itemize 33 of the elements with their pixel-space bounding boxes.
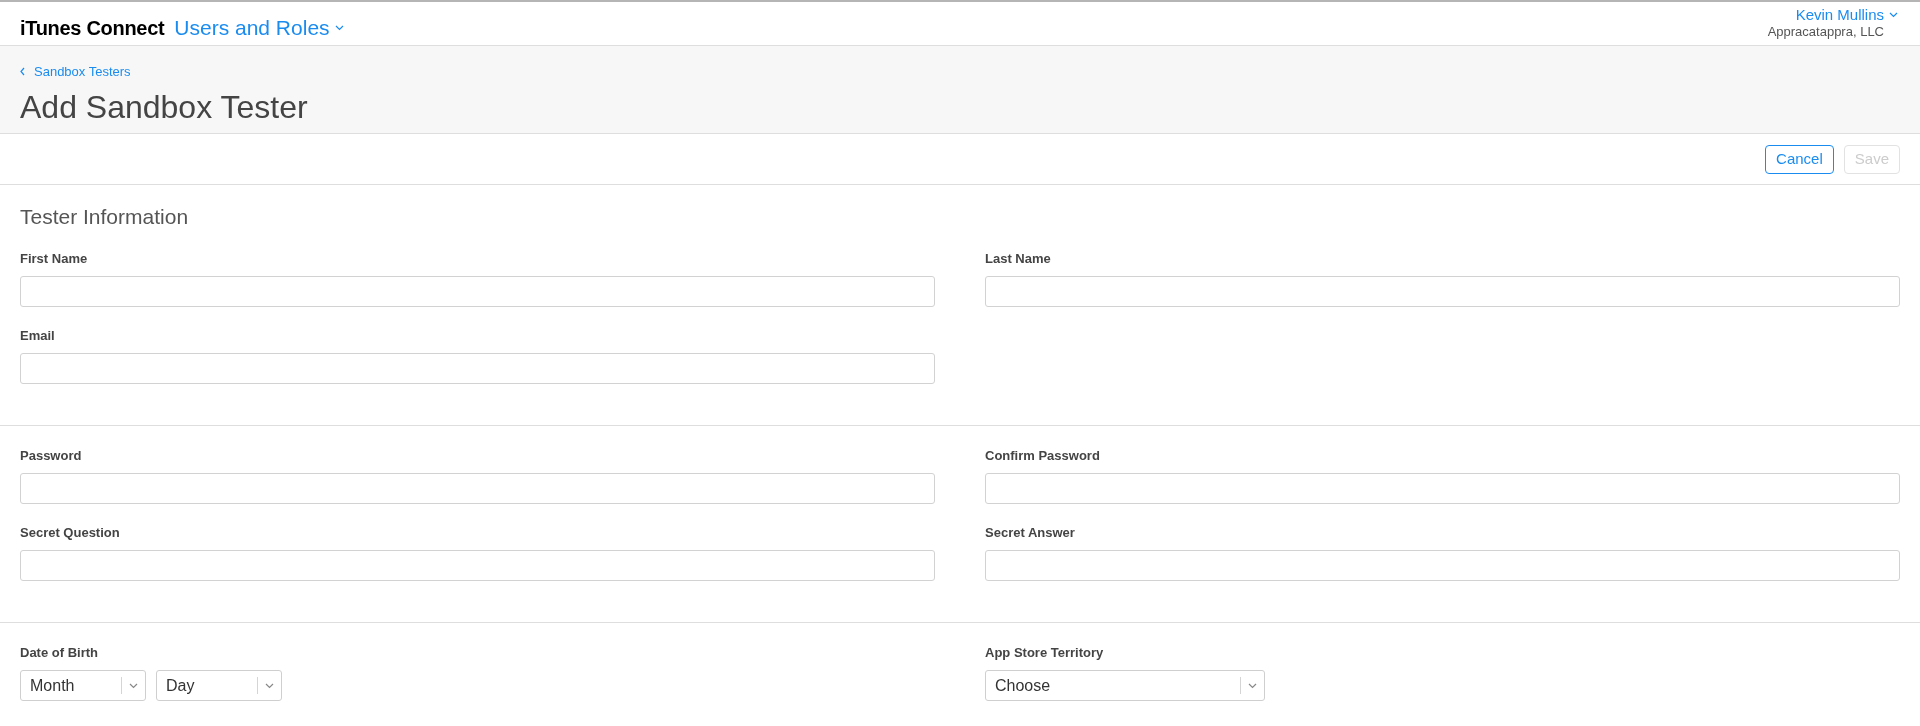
text-input-field[interactable] (20, 276, 935, 307)
chevron-left-icon (20, 67, 25, 77)
field-label: Password (20, 448, 83, 464)
chevron-down-icon (334, 24, 344, 31)
field-label: First Name (20, 251, 89, 267)
toolbar-button[interactable]: Cancel (1765, 144, 1834, 174)
text-input-field[interactable] (20, 473, 935, 504)
chevron-down-icon (1889, 12, 1898, 18)
field-label: App Store Territory (985, 645, 1105, 661)
select-dropdown[interactable]: Month (20, 670, 146, 701)
text-input-field[interactable] (985, 276, 1900, 307)
field-label: Confirm Password (985, 448, 1101, 464)
text-input-field[interactable] (985, 473, 1900, 504)
field-label: Email (20, 328, 56, 344)
page-title: Add Sandbox Tester (20, 87, 308, 126)
text-input-field[interactable] (20, 550, 935, 581)
text-input-field[interactable] (20, 353, 935, 384)
field-label: Secret Answer (985, 525, 1076, 541)
chevron-down-icon (1248, 682, 1257, 689)
select-dropdown[interactable]: Day (156, 670, 282, 701)
organization-name: Appracatappra, LLC (1767, 24, 1884, 40)
back-link[interactable]: Sandbox Testers (20, 62, 131, 82)
section-menu[interactable]: Users and Roles (174, 12, 344, 44)
select-dropdown[interactable]: Choose (985, 670, 1265, 701)
chevron-down-icon (265, 682, 274, 689)
field-label: Secret Question (20, 525, 121, 541)
chevron-down-icon (129, 682, 138, 689)
section-title: Tester Information (20, 205, 189, 229)
field-label: Date of Birth (20, 645, 99, 661)
user-menu[interactable]: Kevin Mullins (1795, 6, 1898, 24)
brand-title: iTunes Connect (20, 16, 165, 41)
field-label: Last Name (985, 251, 1052, 267)
text-input-field[interactable] (985, 550, 1900, 581)
